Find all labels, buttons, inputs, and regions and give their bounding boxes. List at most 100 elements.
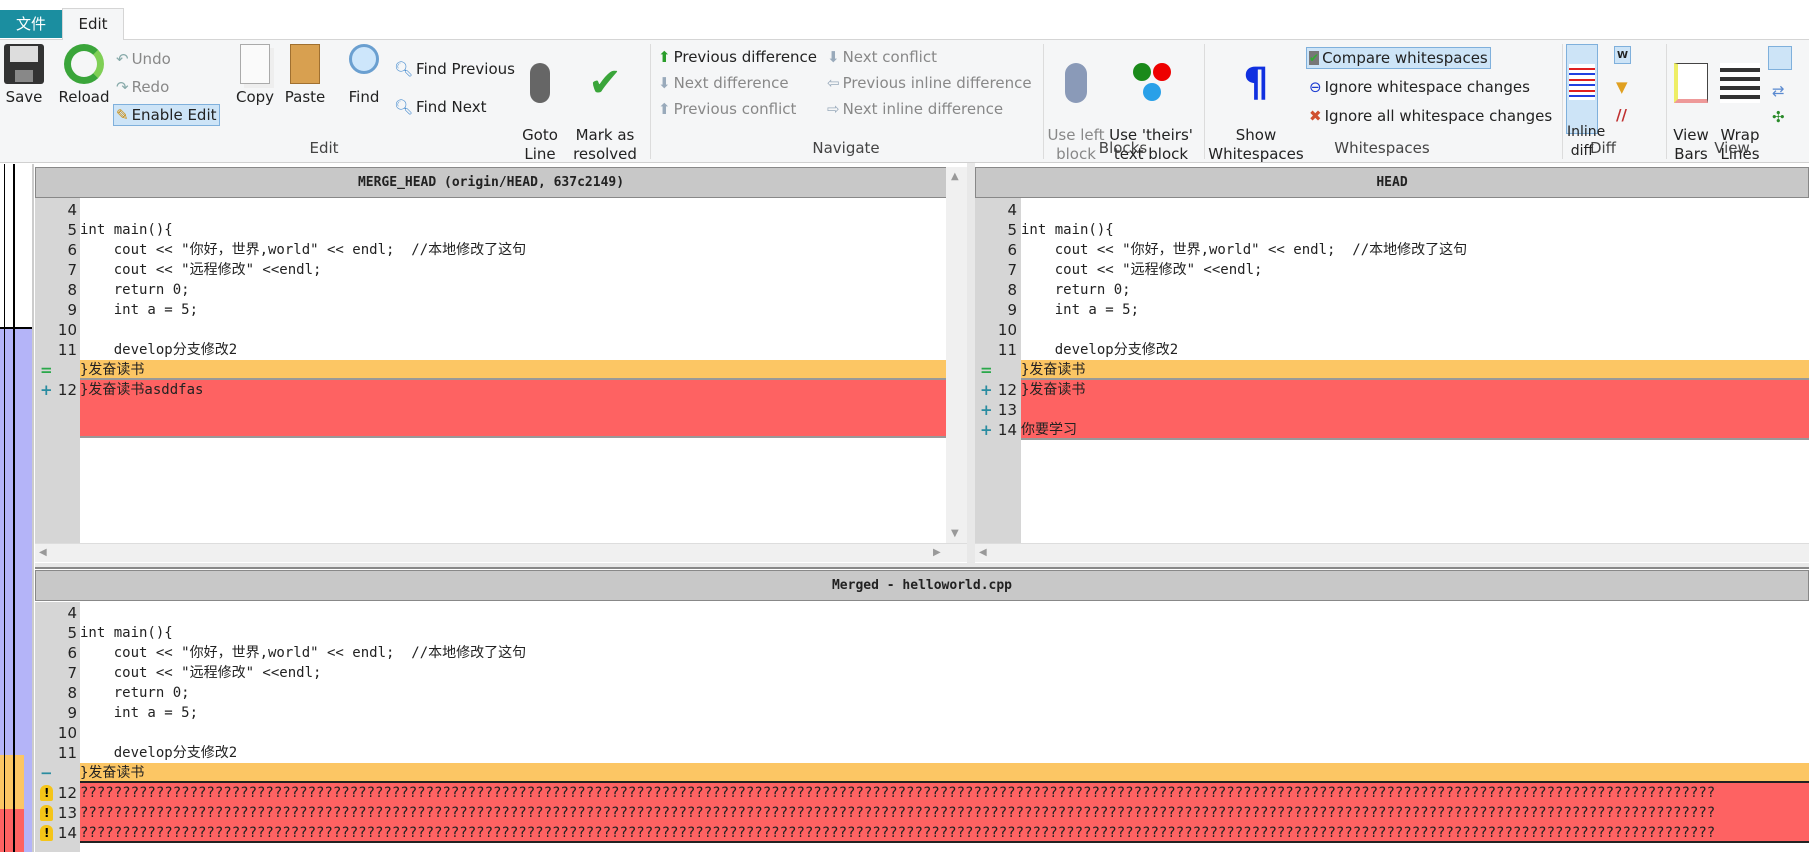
clipboard-icon	[290, 44, 320, 84]
right-horizontal-scrollbar[interactable]: ◀	[975, 543, 1809, 562]
reload-icon	[64, 44, 104, 84]
copy-button[interactable]: Copy	[232, 44, 278, 107]
use-theirs-block-button[interactable]: Use 'theirs' text block	[1108, 44, 1194, 183]
code-line: cout << "你好，世界,world" << endl; //本地修改了这句	[1021, 242, 1468, 258]
search-icon: 🔍︎	[394, 60, 414, 78]
code-line: develop分支修改2	[80, 745, 238, 761]
footprints-icon	[530, 63, 550, 103]
line-number: 8	[67, 281, 77, 299]
word-icon: W	[1617, 49, 1629, 61]
save-button[interactable]: Save	[2, 44, 46, 107]
show-whitespaces-button[interactable]: ¶ Show Whitespaces	[1208, 44, 1304, 183]
code-line: int a = 5;	[1021, 302, 1140, 318]
merged-panel-title: Merged - helloworld.cpp	[35, 570, 1809, 601]
code-line: ????????????????????????????????????????…	[80, 783, 1809, 803]
swap-button[interactable]: ⇄	[1770, 80, 1787, 102]
right-editor[interactable]: int main(){ cout << "你好，世界,world" << end…	[1021, 198, 1809, 543]
reload-button[interactable]: Reload	[56, 44, 112, 107]
code-line: }发奋读书	[1021, 360, 1809, 380]
code-line: int a = 5;	[80, 705, 199, 721]
overview-strip[interactable]	[0, 164, 34, 852]
wrap-lines-button[interactable]: Wrap Lines	[1716, 44, 1764, 183]
previous-difference-button[interactable]: ⬆ Previous difference	[656, 46, 819, 68]
copy-icon	[240, 44, 270, 84]
tab-file[interactable]: 文件	[0, 10, 62, 38]
code-line: develop分支修改2	[80, 342, 238, 358]
line-number: 4	[67, 604, 77, 622]
view-bars-button[interactable]: View Bars	[1668, 44, 1714, 183]
code-line: cout << "远程修改" <<endl;	[80, 262, 322, 278]
line-number: 7	[67, 664, 77, 682]
code-line: 你要学习	[1021, 420, 1809, 440]
code-line: int a = 5;	[80, 302, 199, 318]
left-panel-title: MERGE_HEAD (origin/HEAD, 637c2149)	[35, 167, 947, 198]
line-number: 5	[67, 221, 77, 239]
next-inline-difference-button[interactable]: ⇨ Next inline difference	[825, 98, 1005, 120]
left-vertical-scrollbar[interactable]: ▲ ▼	[946, 167, 967, 543]
view-bars-icon	[1674, 63, 1708, 103]
search-icon: 🔍︎	[394, 98, 414, 116]
inline-diff-icon	[1569, 64, 1595, 100]
line-number: 7	[1007, 261, 1017, 279]
arrow-right-icon: ⇨	[827, 100, 840, 118]
collapse-icon: ✣	[1772, 108, 1785, 126]
compare-whitespaces-button[interactable]: ✔ Compare whitespaces	[1306, 47, 1491, 69]
ignore-whitespace-changes-button[interactable]: ⊖ Ignore whitespace changes	[1307, 76, 1532, 98]
previous-conflict-button[interactable]: ⬆ Previous conflict	[656, 98, 798, 120]
equal-marker: =	[980, 361, 993, 379]
code-line: }发奋读书	[80, 763, 1809, 783]
line-number: 6	[1007, 241, 1017, 259]
redo-button[interactable]: ↷ Redo	[114, 76, 171, 98]
arrow-up-icon: ⬆	[658, 100, 671, 118]
merged-editor[interactable]: int main(){ cout << "你好，世界,world" << end…	[80, 602, 1809, 852]
splitter[interactable]	[35, 563, 1809, 569]
ignore-all-whitespace-changes-button[interactable]: ✖ Ignore all whitespace changes	[1307, 105, 1554, 127]
word-diff-button[interactable]: W	[1614, 46, 1632, 64]
collapse-button[interactable]: ✣	[1770, 106, 1787, 128]
right-panel-title: HEAD	[975, 167, 1809, 198]
line-number: 9	[1007, 301, 1017, 319]
goto-line-button[interactable]: Goto Line	[516, 44, 564, 183]
code-line: }发奋读书	[80, 360, 946, 380]
code-line: }发奋读书asddfas	[80, 380, 946, 438]
code-line: return 0;	[80, 282, 190, 298]
line-number: 6	[67, 241, 77, 259]
line-number: 8	[1007, 281, 1017, 299]
splitter[interactable]	[967, 163, 975, 563]
ribbon-tabs: 文件 Edit	[0, 0, 1809, 41]
code-line: return 0;	[1021, 282, 1131, 298]
code-line: cout << "远程修改" <<endl;	[80, 665, 322, 681]
strikethrough-button[interactable]: //	[1614, 104, 1629, 126]
next-difference-button[interactable]: ⬇ Next difference	[656, 72, 791, 94]
left-editor[interactable]: int main(){ cout << "你好，世界,world" << end…	[80, 198, 946, 543]
undo-icon: ↶	[116, 50, 129, 68]
code-line: }发奋读书	[1021, 380, 1809, 400]
code-line: ????????????????????????????????????????…	[80, 803, 1809, 823]
find-next-button[interactable]: 🔍︎ Find Next	[392, 96, 489, 118]
line-number: 9	[67, 704, 77, 722]
code-line: int main(){	[80, 222, 173, 238]
tab-edit[interactable]: Edit	[62, 8, 124, 41]
paste-button[interactable]: Paste	[282, 44, 328, 107]
find-button[interactable]: Find	[342, 44, 386, 107]
find-previous-button[interactable]: 🔍︎ Find Previous	[392, 58, 517, 80]
next-conflict-button[interactable]: ⬇ Next conflict	[825, 46, 939, 68]
code-line: return 0;	[80, 685, 190, 701]
cross-icon: ✖	[1309, 107, 1322, 125]
left-horizontal-scrollbar[interactable]: ◀ ▶	[35, 543, 967, 562]
inline-diff-toggle[interactable]: Inline diff	[1566, 44, 1605, 159]
filter-button[interactable]: ▼	[1614, 76, 1630, 98]
use-left-block-button[interactable]: Use left block	[1046, 44, 1106, 183]
enable-edit-button[interactable]: ✎ Enable Edit	[113, 104, 220, 126]
mark-as-resolved-button[interactable]: ✔ Mark as resolved	[572, 44, 638, 183]
plus-marker: +	[980, 381, 993, 399]
code-line: int main(){	[80, 625, 173, 641]
split-view-button[interactable]	[1768, 46, 1792, 70]
code-line: cout << "你好，世界,world" << endl; //本地修改了这句	[80, 645, 527, 661]
arrow-down-icon: ⬇	[827, 48, 840, 66]
undo-button[interactable]: ↶ Undo	[114, 48, 173, 70]
floppy-disk-icon	[4, 44, 44, 84]
previous-inline-difference-button[interactable]: ⇦ Previous inline difference	[825, 72, 1034, 94]
